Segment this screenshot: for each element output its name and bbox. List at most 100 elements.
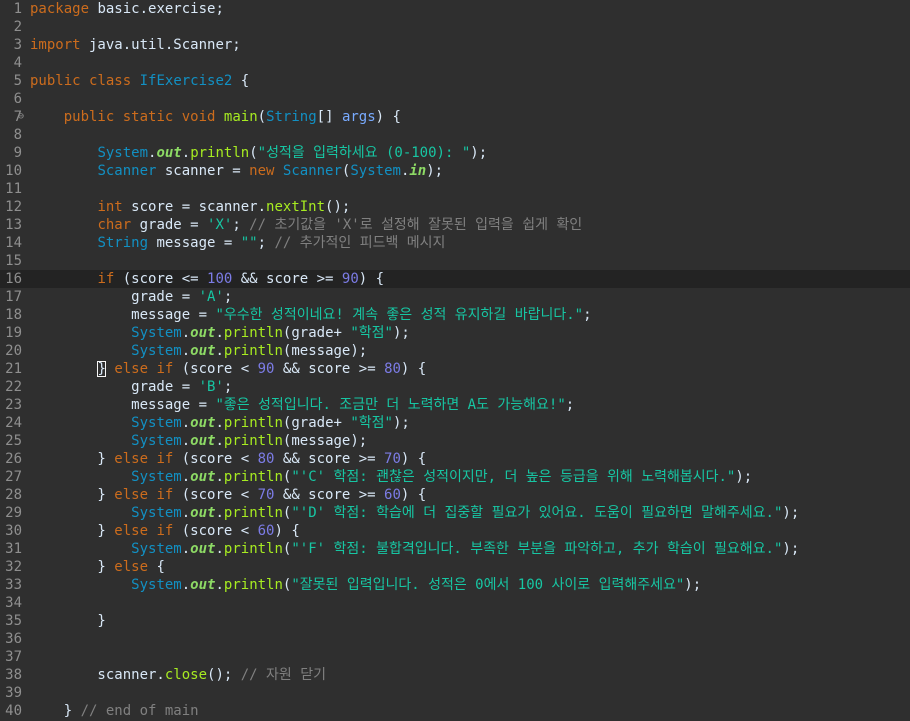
code-text[interactable]: } // end of main (30, 702, 199, 720)
code-text[interactable]: System.out.println(message); (30, 432, 367, 450)
line-number: 16 (5, 271, 22, 287)
code-text[interactable]: System.out.println("성적을 입력하세요 (0-100): "… (30, 144, 487, 162)
code-text[interactable]: } else if (score < 60) { (30, 522, 300, 540)
code-text[interactable]: if (score <= 100 && score >= 90) { (30, 270, 384, 288)
code-line[interactable]: 13 char grade = 'X'; // 초기값을 'X'로 설정해 잘못… (0, 216, 910, 234)
code-text[interactable]: System.out.println(grade+ "학점"); (30, 324, 410, 342)
code-line[interactable]: 26 } else if (score < 80 && score >= 70)… (0, 450, 910, 468)
code-line[interactable]: 2 (0, 18, 910, 36)
code-token: println (223, 325, 283, 341)
code-line[interactable]: 27 System.out.println("'C' 학점: 괜찮은 성적이지만… (0, 468, 910, 486)
code-token: . (215, 325, 224, 341)
code-token: basic.exercise; (89, 1, 224, 17)
code-text[interactable]: } else { (30, 558, 164, 576)
code-token: ) { (274, 523, 300, 539)
code-token: ; (565, 397, 575, 413)
code-text[interactable]: Scanner scanner = new Scanner(System.in)… (30, 162, 443, 180)
code-line[interactable]: 4 (0, 54, 910, 72)
code-line[interactable]: 12 int score = scanner.nextInt(); (0, 198, 910, 216)
code-text[interactable]: char grade = 'X'; // 초기값을 'X'로 설정해 잘못된 입… (30, 216, 582, 234)
code-line[interactable]: 10 Scanner scanner = new Scanner(System.… (0, 162, 910, 180)
code-line[interactable]: 32 } else { (0, 558, 910, 576)
code-token: 70 (257, 487, 275, 503)
code-line[interactable]: 17 grade = 'A'; (0, 288, 910, 306)
code-token: ); (392, 325, 410, 341)
code-token: out (190, 577, 216, 593)
code-text[interactable]: System.out.println("'C' 학점: 괜찮은 성적이지만, 더… (30, 468, 752, 486)
code-text[interactable]: System.out.println("잘못된 입력입니다. 성적은 0에서 1… (30, 576, 701, 594)
code-line[interactable]: 34 (0, 594, 910, 612)
code-editor[interactable]: 1 package basic.exercise; 2 3 import java.ut… (0, 0, 910, 721)
line-number: 20 (5, 343, 22, 359)
code-text[interactable]: } else if (score < 80 && score >= 70) { (30, 450, 426, 468)
code-token: 70 (384, 451, 401, 467)
code-line[interactable]: 24 System.out.println(grade+ "학점"); (0, 414, 910, 432)
code-line[interactable]: 31 System.out.println("'F' 학점: 불합격입니다. 부… (0, 540, 910, 558)
line-number: 30 (5, 523, 22, 539)
code-token: ); (735, 469, 753, 485)
code-text[interactable]: } (30, 612, 105, 630)
code-text[interactable]: package basic.exercise; (30, 0, 224, 18)
code-text[interactable]: System.out.println("'D' 학점: 학습에 더 집중할 필요… (30, 504, 799, 522)
code-text[interactable]: } else if (score < 70 && score >= 60) { (30, 486, 426, 504)
code-token: 100 (207, 271, 233, 287)
code-line[interactable]: 7 ⊖ public static void main(String[] args… (0, 108, 910, 126)
code-line[interactable]: 6 (0, 90, 910, 108)
code-token: 90 (341, 271, 359, 287)
code-line[interactable]: 11 (0, 180, 910, 198)
code-text[interactable]: message = "좋은 성적입니다. 조금만 더 노력하면 A도 가능해요!… (30, 396, 574, 414)
code-text[interactable]: grade = 'B'; (30, 378, 232, 396)
code-token: out (190, 541, 216, 557)
code-text[interactable]: import java.util.Scanner; (30, 36, 241, 54)
code-line[interactable]: 35 } (0, 612, 910, 630)
line-number: 40 (5, 703, 22, 719)
code-line[interactable]: 39 (0, 684, 910, 702)
code-text[interactable]: message = "우수한 성적이네요! 계속 좋은 성적 유지하길 바랍니다… (30, 306, 591, 324)
code-text[interactable]: } else if (score < 90 && score >= 80) { (30, 360, 426, 378)
code-line[interactable]: 22 grade = 'B'; (0, 378, 910, 396)
code-token: } (30, 487, 115, 503)
code-line[interactable]: 1 package basic.exercise; (0, 0, 910, 18)
code-token: Scanner (282, 163, 342, 179)
code-text[interactable]: scanner.close(); // 자원 닫기 (30, 666, 326, 684)
code-token: if (156, 487, 174, 503)
code-line[interactable]: 18 message = "우수한 성적이네요! 계속 좋은 성적 유지하길 바… (0, 306, 910, 324)
code-token: 90 (257, 361, 275, 377)
code-line[interactable]: 15 (0, 252, 910, 270)
code-line[interactable]: 28 } else if (score < 70 && score >= 60)… (0, 486, 910, 504)
code-text[interactable]: int score = scanner.nextInt(); (30, 198, 350, 216)
code-line[interactable]: 19 System.out.println(grade+ "학점"); (0, 324, 910, 342)
code-line[interactable]: 40 } // end of main (0, 702, 910, 720)
code-line[interactable]: 30 } else if (score < 60) { (0, 522, 910, 540)
code-text[interactable]: String message = ""; // 추가적인 피드백 메시지 (30, 234, 445, 252)
code-line[interactable]: 33 System.out.println("잘못된 입력입니다. 성적은 0에… (0, 576, 910, 594)
code-token: . (181, 343, 191, 359)
code-line[interactable]: 21 } else if (score < 90 && score >= 80)… (0, 360, 910, 378)
code-line[interactable]: 37 (0, 648, 910, 666)
code-line[interactable]: 14 String message = ""; // 추가적인 피드백 메시지 (0, 234, 910, 252)
code-text[interactable]: System.out.println(grade+ "학점"); (30, 414, 410, 432)
code-text[interactable]: System.out.println("'F' 학점: 불합격입니다. 부족한 … (30, 540, 799, 558)
code-line[interactable]: 9 System.out.println("성적을 입력하세요 (0-100):… (0, 144, 910, 162)
code-token: && score >= (274, 451, 385, 467)
code-text[interactable]: public class IfExercise2 { (30, 72, 249, 90)
code-text[interactable]: grade = 'A'; (30, 288, 232, 306)
code-line[interactable]: 5 public class IfExercise2 { (0, 72, 910, 90)
code-line[interactable]: 23 message = "좋은 성적입니다. 조금만 더 노력하면 A도 가능… (0, 396, 910, 414)
code-token: // 자원 닫기 (240, 667, 326, 683)
code-text[interactable]: System.out.println(message); (30, 342, 367, 360)
code-line[interactable]: 20 System.out.println(message); (0, 342, 910, 360)
code-line[interactable]: 36 (0, 630, 910, 648)
code-line[interactable]: 25 System.out.println(message); (0, 432, 910, 450)
code-line[interactable]: 29 System.out.println("'D' 학점: 학습에 더 집중할… (0, 504, 910, 522)
code-line[interactable]: 16 if (score <= 100 && score >= 90) { (0, 270, 910, 288)
code-line[interactable]: 8 (0, 126, 910, 144)
code-line[interactable]: 38 scanner.close(); // 자원 닫기 (0, 666, 910, 684)
code-token: java.util.Scanner; (80, 37, 241, 53)
fold-toggle-icon[interactable]: ⊖ (18, 108, 28, 126)
code-text[interactable]: public static void main(String[] args) { (30, 108, 401, 126)
code-line[interactable]: 3 import java.util.Scanner; (0, 36, 910, 54)
